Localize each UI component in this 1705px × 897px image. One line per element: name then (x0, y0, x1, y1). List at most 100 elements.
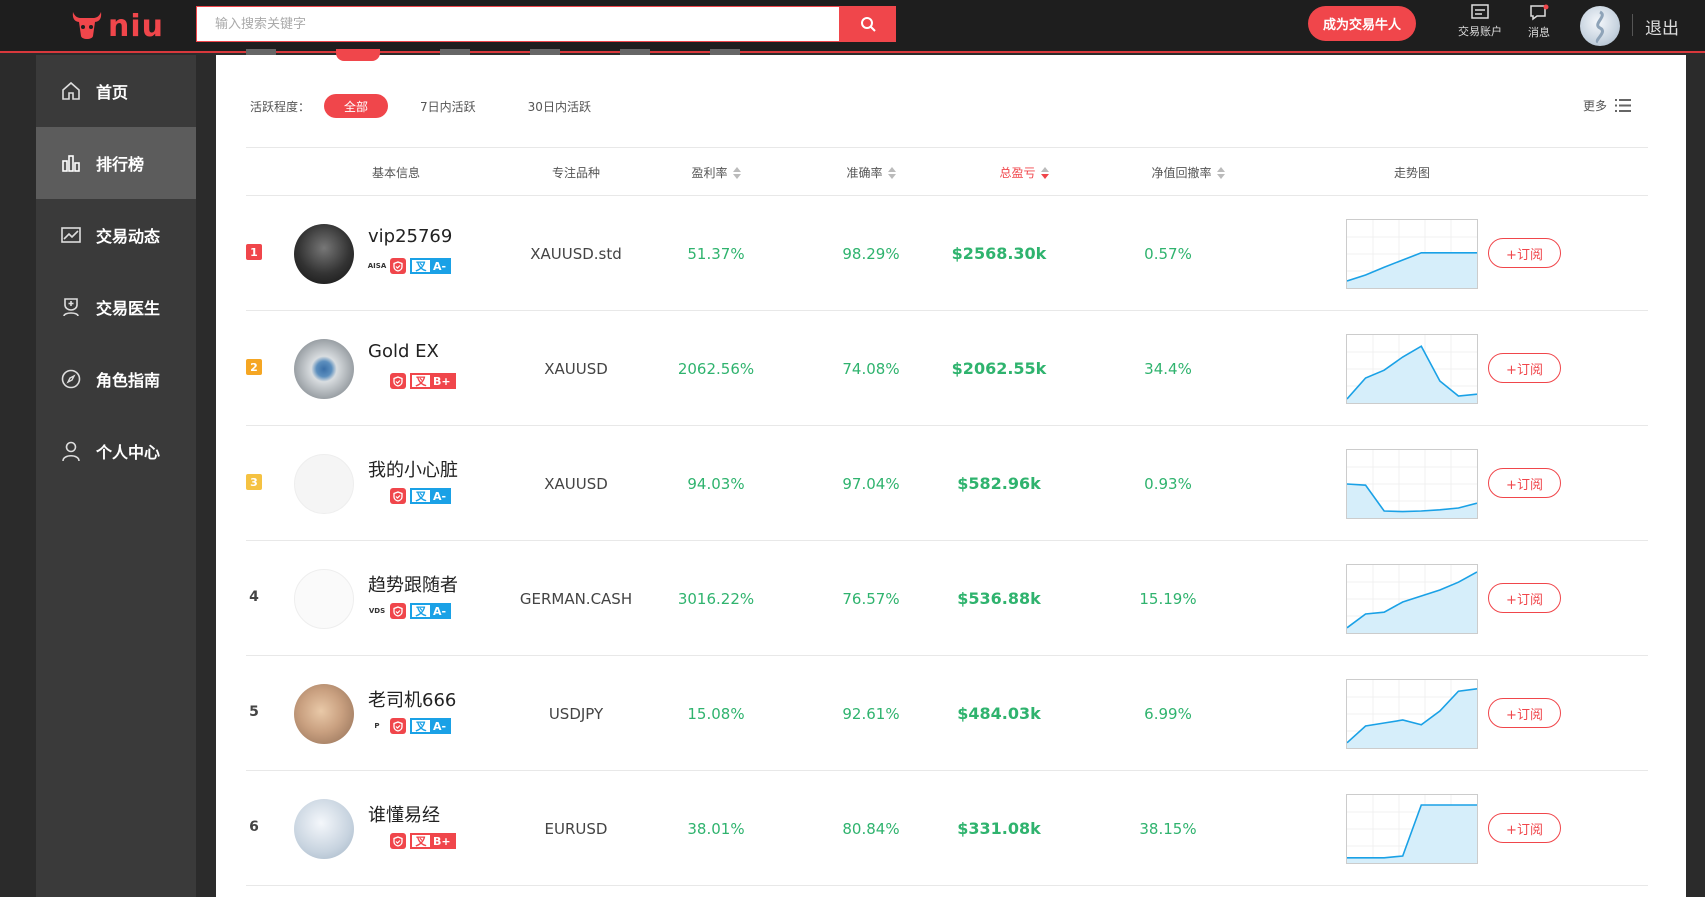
profit-rate-cell: 15.08% (687, 704, 745, 723)
verified-shield-icon (390, 718, 406, 734)
broker-badge: AISA (367, 262, 387, 270)
grade-prefix-icon: 叉 (412, 605, 430, 618)
sidebar-item-label: 角色指南 (96, 371, 161, 390)
sidebar-item-role-guide[interactable]: 角色指南 (36, 343, 196, 415)
trader-avatar[interactable] (294, 454, 354, 514)
user-avatar[interactable] (1580, 6, 1620, 46)
become-trader-button[interactable]: 成为交易牛人 (1308, 6, 1416, 41)
trader-name[interactable]: 谁懂易经 (368, 801, 440, 827)
search-button[interactable] (840, 6, 896, 42)
list-icon (1615, 99, 1631, 112)
grade-value: A- (430, 605, 450, 618)
grade-value: A- (430, 490, 450, 503)
trader-name[interactable]: vip25769 (368, 226, 452, 247)
table-row[interactable]: 2 Gold EX 叉 B+ XAUUSD 2062.56% 74.08% $2… (246, 311, 1648, 426)
accuracy-cell: 97.04% (842, 474, 900, 493)
filter-option-all[interactable]: 全部 (324, 94, 389, 118)
accuracy-cell: 76.57% (842, 589, 900, 608)
table-header: 基本信息 专注品种 盈利率 准确率 总盈亏 净值回撤率 走势图 (246, 147, 1648, 196)
header-total-pnl[interactable]: 总盈亏 (954, 148, 1094, 197)
doctor-icon (58, 294, 84, 320)
trader-name[interactable]: 我的小心脏 (368, 456, 458, 482)
sort-desc-icon (1040, 166, 1049, 179)
table-row[interactable]: 1 vip25769 AISA 叉 A- XAUUSD.std 51.37% 9… (246, 196, 1648, 311)
drawdown-cell: 34.4% (1144, 359, 1192, 378)
trader-badges: 叉 A- (368, 488, 452, 504)
ranking-table: 基本信息 专注品种 盈利率 准确率 总盈亏 净值回撤率 走势图 1 vip257… (246, 147, 1648, 886)
broker-badge: P (374, 722, 380, 730)
header-trend: 走势图 (1393, 166, 1430, 180)
sidebar-item-ranking[interactable]: 排行榜 (36, 127, 196, 199)
grade-value: B+ (430, 375, 454, 388)
trader-badges: P 叉 A- (368, 718, 452, 734)
grade-value: A- (430, 260, 450, 273)
trader-avatar[interactable] (294, 339, 354, 399)
subscribe-button[interactable]: +订阅 (1488, 468, 1561, 498)
header-drawdown[interactable]: 净值回撤率 (1108, 148, 1268, 197)
drawdown-cell: 6.99% (1144, 704, 1192, 723)
symbol-cell: USDJPY (548, 704, 604, 723)
top-bar: niu 成为交易牛人 交易账户 消息 退出 (0, 0, 1705, 53)
sparkline-area (1347, 688, 1477, 748)
sidebar-item-home[interactable]: 首页 (36, 55, 196, 127)
filter-label: 活跃程度： (250, 99, 311, 114)
sparkline-svg (1347, 795, 1477, 863)
verified-shield-icon (390, 258, 406, 274)
grade-badge: 叉 A- (410, 488, 452, 504)
profit-rate-cell: 38.01% (687, 819, 745, 838)
table-row[interactable]: 6 谁懂易经 叉 B+ EURUSD 38.01% 80.84% $331.08… (246, 771, 1648, 886)
verified-shield-icon (390, 373, 406, 389)
trade-account-button[interactable]: 交易账户 (1458, 4, 1502, 39)
table-row[interactable]: 5 老司机666 P 叉 A- USDJPY 15.08% 92.61% $48… (246, 656, 1648, 771)
sidebar-item-trade-doctor[interactable]: 交易医生 (36, 271, 196, 343)
rank-badge: 5 (249, 704, 259, 720)
accuracy-cell: 80.84% (842, 819, 900, 838)
activity-filter: 活跃程度： 全部 7日内活跃 30日内活跃 (250, 94, 623, 118)
logout-link[interactable]: 退出 (1645, 14, 1679, 39)
trader-avatar[interactable] (294, 569, 354, 629)
header-accuracy[interactable]: 准确率 (801, 148, 941, 197)
profit-rate-cell: 51.37% (687, 244, 745, 263)
filter-option-30d[interactable]: 30日内活跃 (508, 94, 611, 118)
table-row[interactable]: 4 趋势跟随者 VDS 叉 A- GERMAN.CASH 3016.22% 76… (246, 541, 1648, 656)
profit-rate-cell: 2062.56% (677, 359, 755, 378)
trend-sparkline (1346, 794, 1478, 864)
grade-prefix-icon: 叉 (412, 720, 430, 733)
trader-name[interactable]: Gold EX (368, 341, 439, 362)
trader-avatar[interactable] (294, 684, 354, 744)
trader-name[interactable]: 趋势跟随者 (368, 571, 458, 597)
logo[interactable]: niu (70, 6, 164, 46)
trader-name[interactable]: 老司机666 (368, 686, 456, 712)
table-row[interactable]: 3 我的小心脏 叉 A- XAUUSD 94.03% 97.04% $582.9… (246, 426, 1648, 541)
trend-sparkline (1346, 219, 1478, 289)
sidebar-item-trade-feed[interactable]: 交易动态 (36, 199, 196, 271)
sidebar-item-profile[interactable]: 个人中心 (36, 415, 196, 487)
account-icon (1471, 4, 1489, 19)
search-icon (861, 17, 876, 32)
symbol-cell: XAUUSD (544, 474, 608, 493)
messages-label: 消息 (1528, 26, 1550, 39)
compass-icon (58, 366, 84, 392)
search-input[interactable] (196, 6, 841, 42)
filter-option-7d[interactable]: 7日内活跃 (400, 94, 496, 118)
subscribe-button[interactable]: +订阅 (1488, 698, 1561, 728)
trader-avatar[interactable] (294, 224, 354, 284)
accuracy-cell: 92.61% (842, 704, 900, 723)
subscribe-button[interactable]: +订阅 (1488, 813, 1561, 843)
trader-avatar[interactable] (294, 799, 354, 859)
header-symbol: 专注品种 (551, 166, 600, 180)
sparkline-svg (1346, 680, 1478, 748)
subscribe-button[interactable]: +订阅 (1488, 238, 1561, 268)
grade-badge: 叉 A- (410, 718, 452, 734)
rank-badge: 4 (249, 589, 259, 605)
trend-icon (58, 222, 84, 248)
messages-button[interactable]: 消息 (1528, 4, 1550, 40)
header-profit-rate[interactable]: 盈利率 (646, 148, 786, 197)
more-button[interactable]: 更多 (1583, 97, 1631, 114)
subscribe-button[interactable]: +订阅 (1488, 353, 1561, 383)
home-icon (58, 78, 84, 104)
subscribe-button[interactable]: +订阅 (1488, 583, 1561, 613)
broker-badge (368, 834, 386, 848)
sparkline-area (1347, 572, 1477, 633)
rank-badge: 2 (246, 359, 262, 375)
